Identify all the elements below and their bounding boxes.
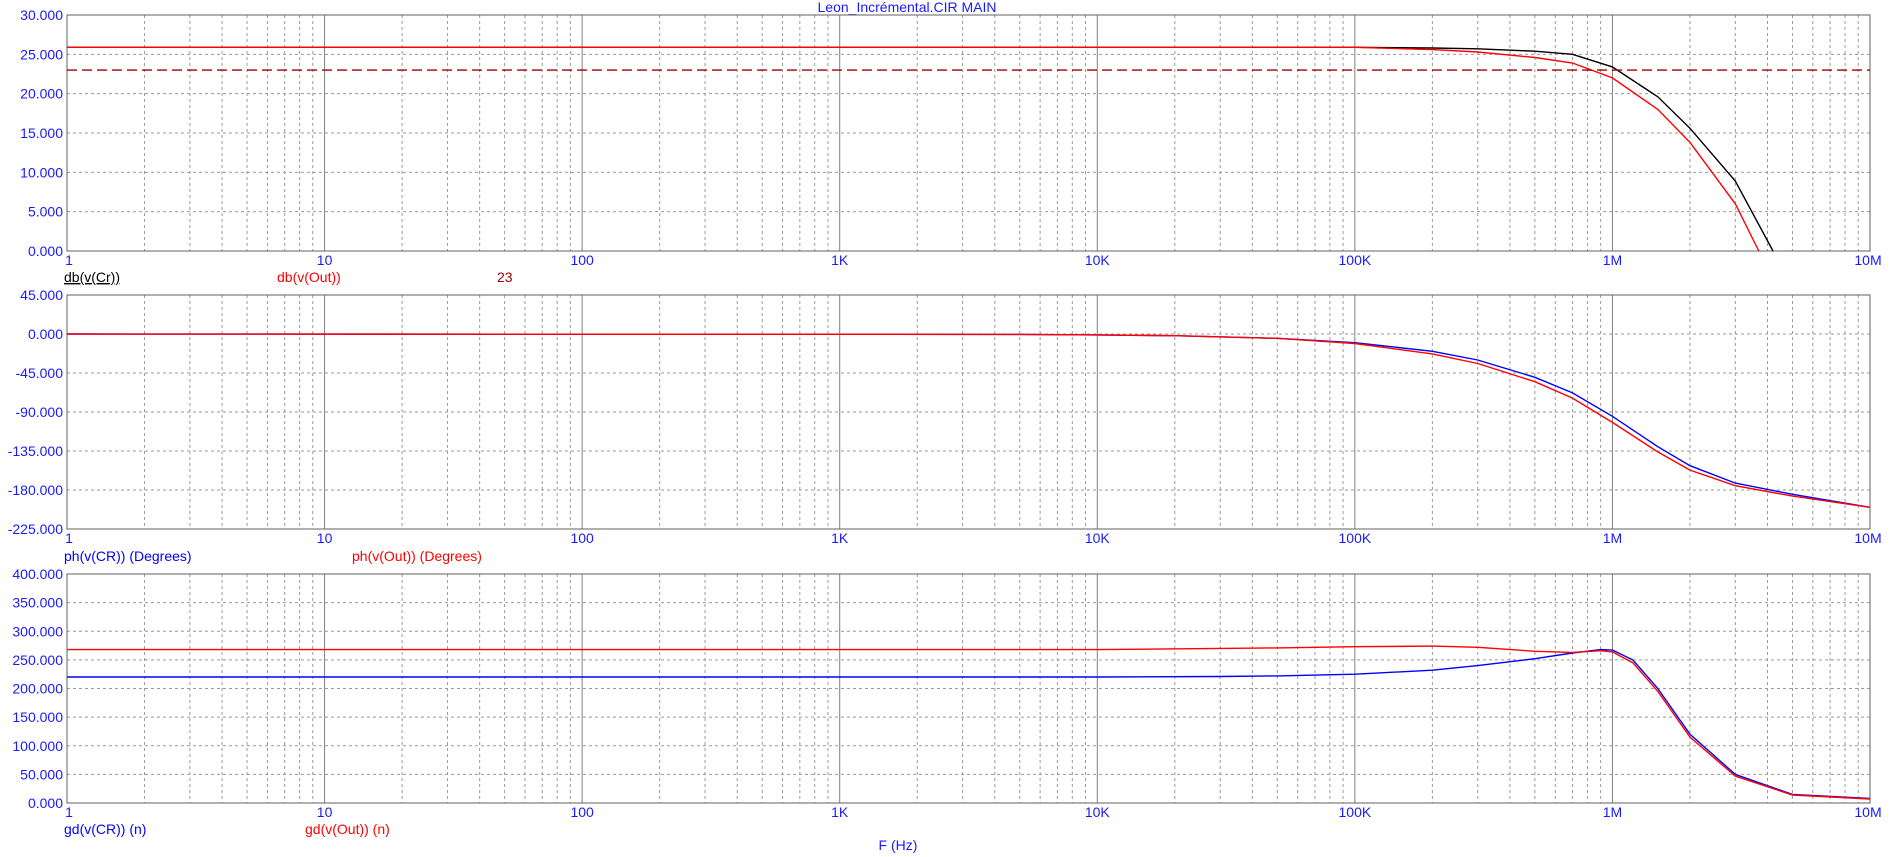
window-title: Leon_Incrémental.CIR MAIN	[818, 0, 997, 15]
y-tick-label: 300.000	[12, 623, 63, 639]
y-tick-label: 0.000	[28, 326, 63, 342]
y-tick-label: 15.000	[20, 125, 63, 141]
y-tick-label: 150.000	[12, 709, 63, 725]
x-axis-label: F (Hz)	[879, 837, 918, 853]
chart-panel-3: 400.000350.000300.000250.000200.000150.0…	[12, 566, 1881, 837]
series-line	[67, 648, 1871, 800]
y-tick-label: -45.000	[16, 365, 64, 381]
series-line	[67, 46, 1760, 252]
x-tick-label: 100K	[1339, 804, 1372, 820]
x-tick-label: 10M	[1854, 530, 1881, 546]
chart-panel-2: 45.000 0.000 -45.000 -90.000 -135.000 -180.00…	[8, 287, 1882, 564]
x-tick-label: 100K	[1339, 530, 1372, 546]
legend-item: ph(v(Out)) (Degrees)	[352, 548, 482, 564]
series-line	[66, 333, 1871, 508]
y-tick-label: -225.000	[8, 521, 63, 537]
x-tick-label: 10	[317, 252, 333, 268]
legend-item: db(v(Out))	[277, 269, 341, 285]
x-tick-label: 1K	[831, 252, 849, 268]
y-tick-label: 50.000	[20, 766, 63, 782]
analysis-window: Leon_Incrémental.CIR MAIN F (Hz) 30.000 2…	[0, 0, 1895, 857]
legend-item: 23	[497, 269, 513, 285]
x-tick-label: 1M	[1603, 530, 1622, 546]
x-tick-label: 10K	[1085, 530, 1111, 546]
x-tick-label: 10K	[1085, 252, 1111, 268]
x-tick-label: 1M	[1603, 252, 1622, 268]
x-tick-label: 1	[65, 252, 73, 268]
y-tick-label: 200.000	[12, 681, 63, 697]
plot-area: Leon_Incrémental.CIR MAIN F (Hz) 30.000 2…	[8, 0, 1882, 853]
x-tick-label: 1M	[1603, 804, 1622, 820]
x-tick-label: 100K	[1339, 252, 1372, 268]
x-tick-label: 1K	[831, 804, 849, 820]
y-tick-label: 25.000	[20, 46, 63, 62]
legend-item: ph(v(CR)) (Degrees)	[64, 548, 192, 564]
x-tick-label: 100	[570, 530, 594, 546]
x-tick-label: 1	[65, 530, 73, 546]
x-tick-label: 100	[570, 252, 594, 268]
y-tick-label: 30.000	[20, 7, 63, 23]
y-tick-label: 10.000	[20, 164, 63, 180]
legend-item: db(v(Cr))	[64, 269, 120, 285]
x-tick-label: 100	[570, 804, 594, 820]
plots-group: 30.00025.00020.00015.00010.0005.0000.000…	[8, 7, 1882, 837]
series-line	[66, 333, 1871, 508]
y-tick-label: -135.000	[8, 443, 63, 459]
x-tick-label: 1K	[831, 530, 849, 546]
y-tick-label: -180.000	[8, 482, 63, 498]
legend-item: gd(v(CR)) (n)	[64, 821, 146, 837]
y-tick-label: 0.000	[28, 243, 63, 259]
x-tick-label: 10M	[1854, 804, 1881, 820]
x-tick-label: 10K	[1085, 804, 1111, 820]
y-tick-label: 350.000	[12, 595, 63, 611]
y-tick-label: 5.000	[28, 204, 63, 220]
chart-panel-1: 30.000 25.000 20.000 15.000 10.000 5.000 0.000…	[20, 7, 1881, 285]
y-tick-label: 400.000	[12, 566, 63, 582]
y-tick-label: -90.000	[16, 404, 64, 420]
y-tick-label: 250.000	[12, 652, 63, 668]
x-tick-label: 10	[317, 530, 333, 546]
y-tick-label: 0.000	[28, 795, 63, 811]
series-line	[67, 645, 1871, 800]
series-line	[67, 46, 1774, 252]
y-tick-label: 45.000	[20, 287, 63, 303]
y-tick-label: 20.000	[20, 86, 63, 102]
legend-item: gd(v(Out)) (n)	[305, 821, 390, 837]
x-tick-label: 10	[317, 804, 333, 820]
x-tick-label: 10M	[1854, 252, 1881, 268]
y-tick-label: 100.000	[12, 738, 63, 754]
x-tick-label: 1	[65, 804, 73, 820]
